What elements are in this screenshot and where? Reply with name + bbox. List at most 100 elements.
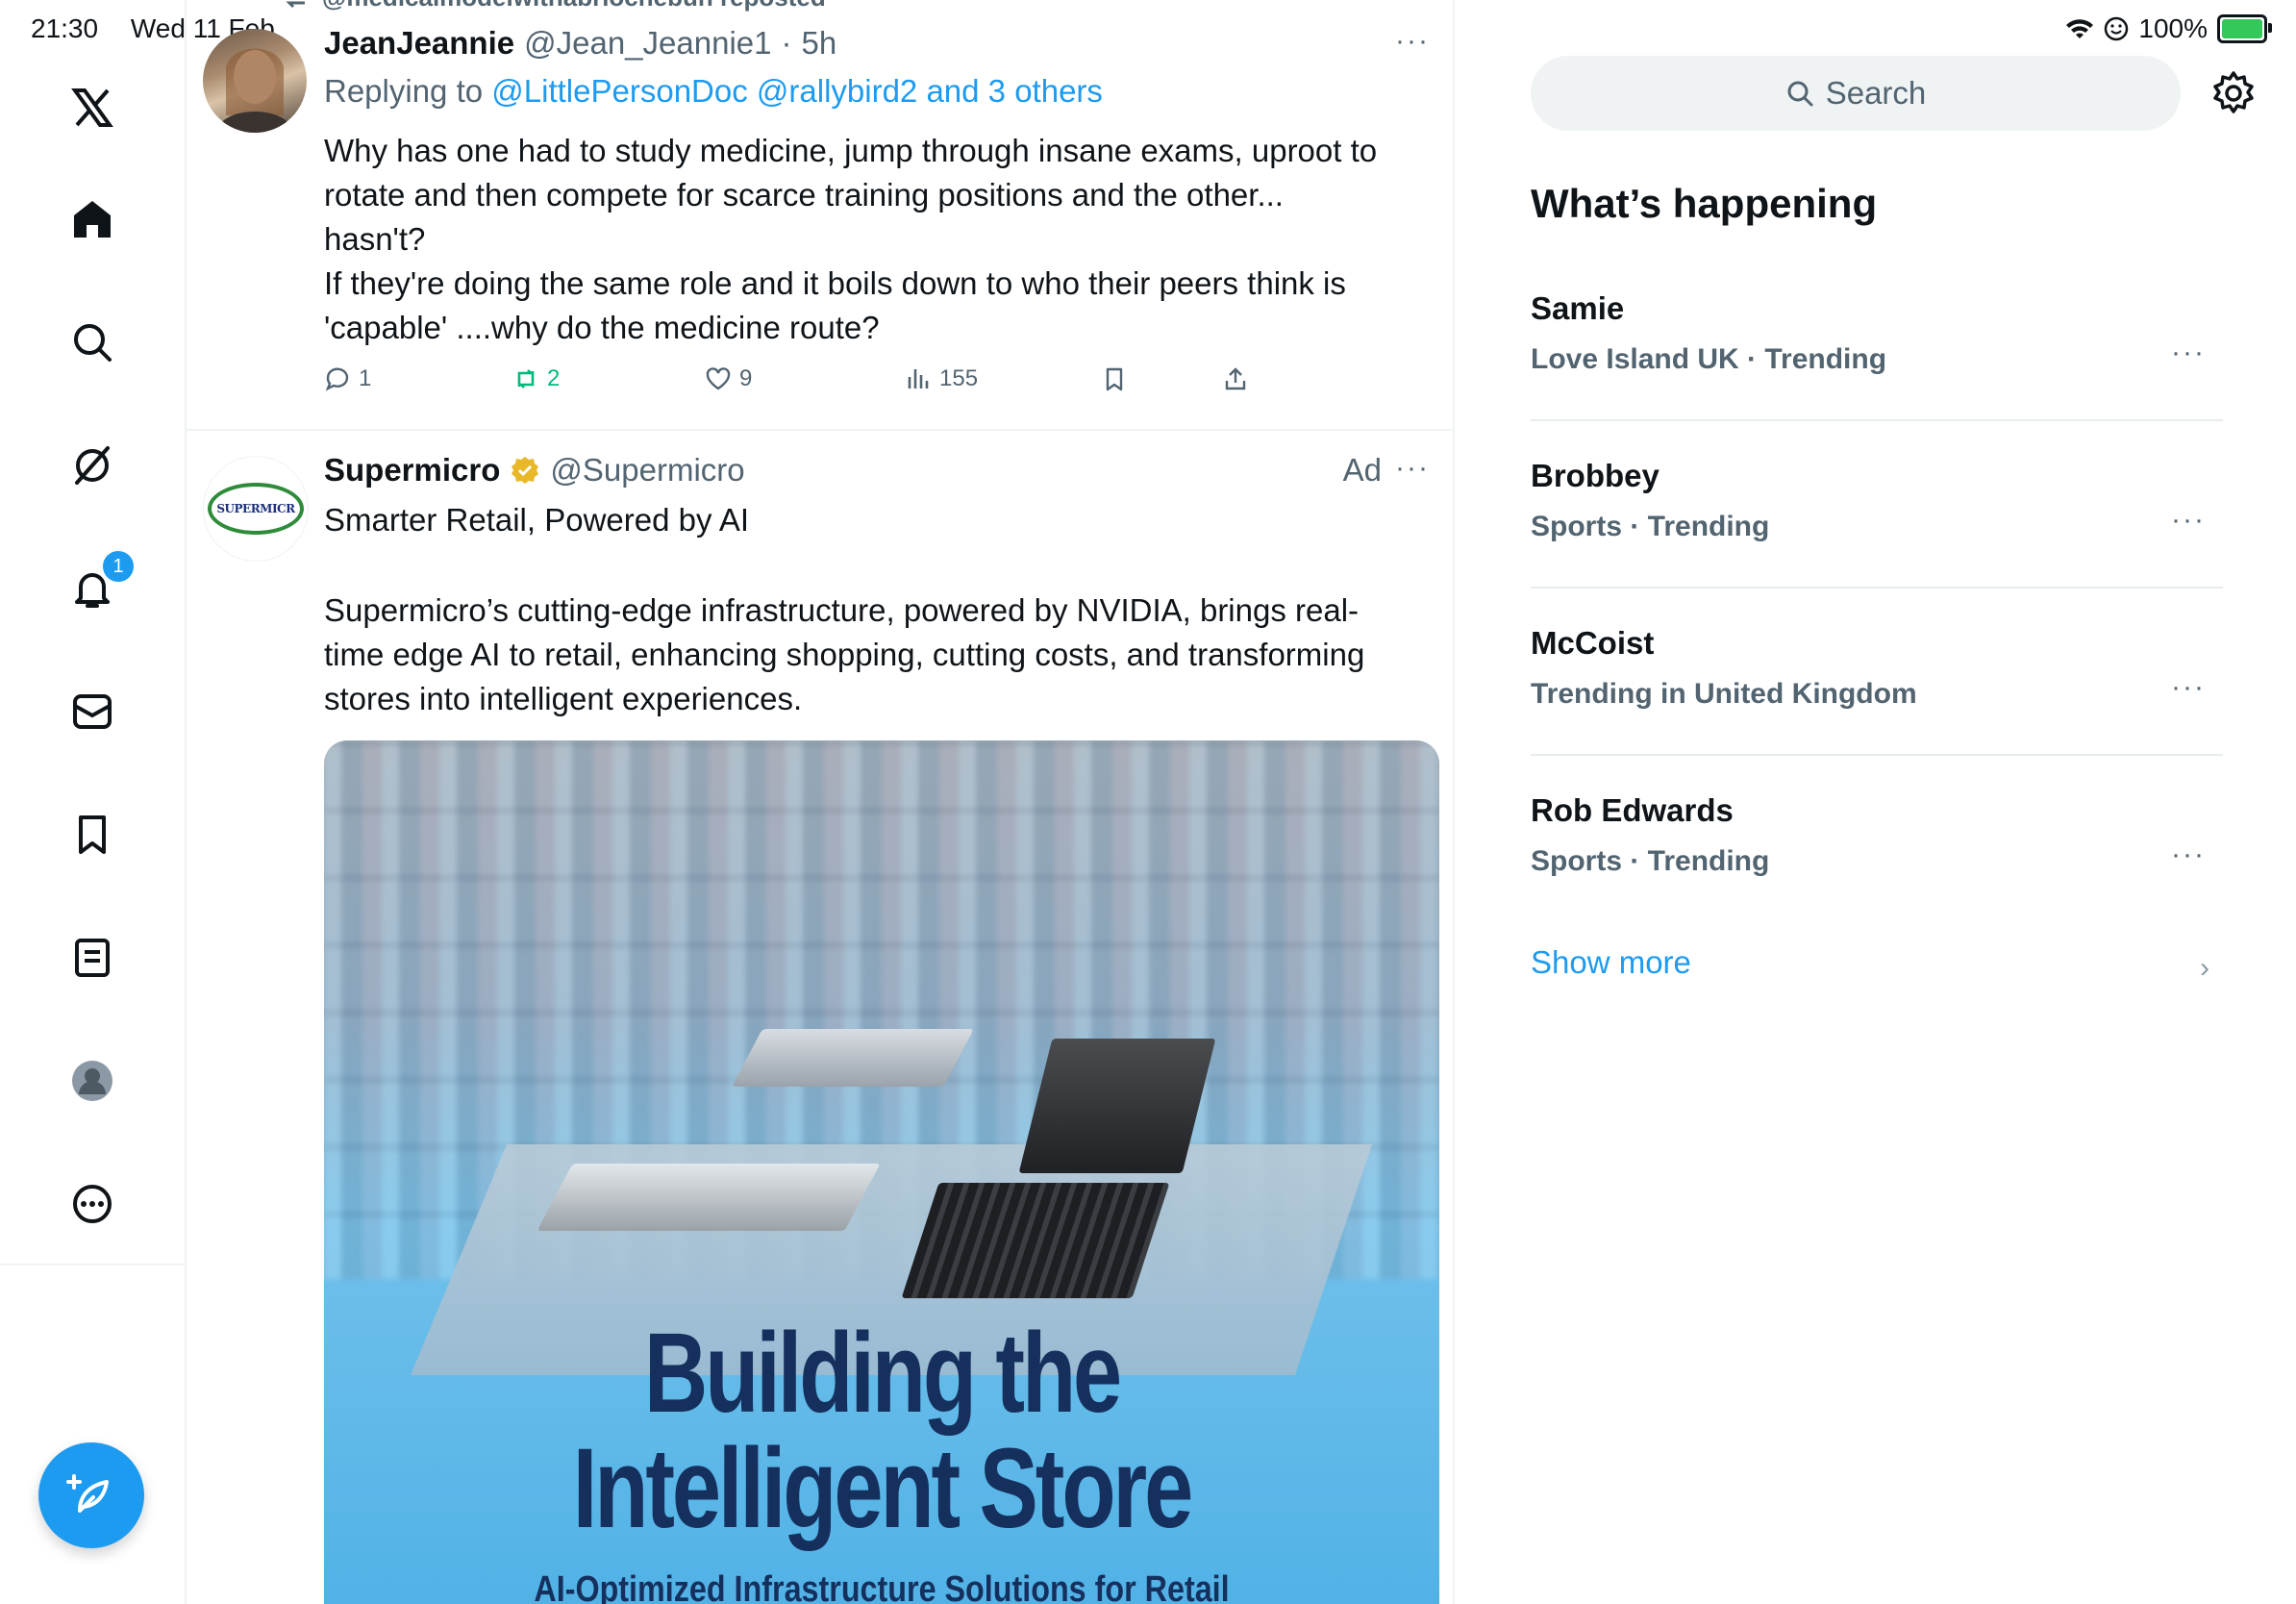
advertiser-avatar[interactable]: SUPERMICR	[203, 456, 309, 562]
repost-icon	[286, 1, 305, 8]
supermicro-logo: SUPERMICR	[208, 483, 304, 535]
show-more-link[interactable]: Show more	[1531, 944, 1691, 981]
server-unit	[537, 1164, 881, 1231]
ad-label: Ad ···	[1343, 452, 1430, 489]
trend-name: McCoist	[1531, 625, 1655, 661]
wifi-icon	[2066, 19, 2094, 38]
reply-count: 1	[359, 365, 372, 391]
tweet-text-line: 'capable' ....why do the medicine route?	[324, 310, 880, 345]
share-button[interactable]	[1222, 365, 1249, 392]
messages-icon[interactable]	[44, 664, 140, 760]
trend-meta: Sports · Trending	[1531, 511, 1770, 542]
views-count: 155	[939, 365, 979, 391]
ad-body-line: time edge AI to retail, enhancing shoppi…	[324, 637, 1365, 672]
search-icon[interactable]	[44, 294, 140, 390]
avatar[interactable]	[203, 29, 307, 133]
ad-header: Supermicro @Supermicro	[324, 452, 745, 489]
ad-image-subtitle: AI-Optimized Infrastructure Solutions fo…	[534, 1569, 1230, 1604]
ad-headline: Smarter Retail, Powered by AI	[324, 502, 750, 538]
trend-name: Brobbey	[1531, 458, 1660, 493]
share-icon	[1225, 367, 1246, 390]
left-navigation: 1	[0, 0, 187, 1604]
battery-icon	[2217, 14, 2272, 43]
tweet-time[interactable]: 5h	[802, 25, 837, 62]
bookmark-button[interactable]	[1101, 365, 1128, 392]
verified-badge-icon	[510, 455, 540, 486]
ad-text: Ad	[1342, 452, 1383, 488]
tweet-text-line: hasn't?	[324, 221, 426, 257]
ad-body-line: Supermicro’s cutting-edge infrastructure…	[324, 592, 1360, 628]
repost-button[interactable]: 2	[512, 365, 560, 392]
search-input[interactable]: Search	[1531, 56, 2181, 131]
trend-item[interactable]: Samie Love Island UK · Trending ···	[1531, 290, 2223, 458]
author-handle[interactable]: @Jean_Jeannie1	[524, 25, 771, 62]
home-icon[interactable]	[44, 171, 140, 267]
battery-fill	[2222, 19, 2262, 38]
trend-divider	[1531, 419, 2223, 421]
author-name[interactable]: JeanJeannie	[324, 25, 514, 62]
nav-divider	[0, 1264, 185, 1266]
repost-banner: @medicalmodelwithabriochebun reposted	[282, 0, 826, 13]
trend-item[interactable]: Brobbey Sports · Trending ···	[1531, 458, 2223, 625]
tweet-more-button[interactable]: ···	[1395, 25, 1430, 58]
lists-icon[interactable]	[44, 910, 140, 1006]
x-logo-icon[interactable]	[44, 60, 140, 156]
tweet-text-line: If they're doing the same role and it bo…	[324, 265, 1346, 301]
trend-more-button[interactable]: ···	[2171, 504, 2206, 537]
reply-icon	[325, 367, 349, 391]
grok-icon[interactable]	[44, 417, 140, 514]
repost-count: 2	[547, 365, 561, 391]
ad-image-title: Building the	[643, 1310, 1122, 1437]
bookmarks-icon[interactable]	[44, 787, 140, 883]
tweet-text-line: Why has one had to study medicine, jump …	[324, 133, 1378, 168]
tweet-text-line: rotate and then compete for scarce train…	[324, 177, 1284, 213]
trend-more-button[interactable]: ···	[2171, 671, 2206, 704]
like-button[interactable]: 9	[705, 365, 752, 392]
dot-separator: ·	[781, 25, 792, 61]
chevron-right-icon[interactable]: ›	[2200, 952, 2209, 985]
trend-meta: Love Island UK · Trending	[1531, 343, 1887, 375]
settings-gear-icon[interactable]	[2209, 69, 2258, 117]
server-unit	[732, 1029, 974, 1087]
trend-name: Rob Edwards	[1531, 792, 1734, 828]
more-icon[interactable]	[44, 1156, 140, 1252]
notifications-icon[interactable]: 1	[44, 540, 140, 637]
trend-divider	[1531, 587, 2223, 589]
views-button[interactable]: 155	[905, 365, 978, 392]
status-bar-right: 100%	[2065, 13, 2272, 44]
replying-to-link[interactable]: @LittlePersonDoc @rallybird2 and 3 other…	[491, 73, 1103, 109]
profile-icon[interactable]	[44, 1033, 140, 1129]
trend-name: Samie	[1531, 290, 1625, 326]
edge-device	[901, 1183, 1170, 1298]
reply-button[interactable]: 1	[324, 365, 371, 392]
ad-image-title: Intelligent Store	[572, 1425, 1194, 1552]
replying-prefix: Replying to	[324, 73, 484, 109]
advertiser-name[interactable]: Supermicro	[324, 452, 500, 489]
tweet-actions: 1 2 9 155	[324, 365, 1430, 404]
ad-image[interactable]: Building the Intelligent Store AI-Optimi…	[324, 740, 1439, 1604]
advertiser-handle[interactable]: @Supermicro	[550, 452, 744, 489]
repost-banner-text: @medicalmodelwithabriochebun reposted	[322, 0, 826, 13]
trend-item[interactable]: McCoist Trending in United Kingdom ···	[1531, 625, 2223, 792]
trend-meta: Sports · Trending	[1531, 845, 1770, 877]
trend-item[interactable]: Rob Edwards Sports · Trending ···	[1531, 792, 2223, 960]
replying-to: Replying to @LittlePersonDoc @rallybird2…	[324, 73, 1103, 110]
trend-more-button[interactable]: ···	[2171, 337, 2206, 369]
notifications-badge: 1	[100, 548, 137, 585]
trend-divider	[1531, 754, 2223, 756]
bookmark-icon	[1106, 367, 1123, 391]
trend-meta: Trending in United Kingdom	[1531, 678, 1917, 710]
search-placeholder: Search	[1825, 75, 1927, 111]
heart-icon	[706, 367, 731, 390]
views-chart-icon	[908, 369, 929, 388]
timeline-feed[interactable]: @medicalmodelwithabriochebun reposted Je…	[186, 0, 1455, 1604]
compose-button[interactable]	[38, 1442, 144, 1548]
smiley-status-icon	[2105, 16, 2129, 41]
tweet-text: Why has one had to study medicine, jump …	[324, 129, 1430, 350]
repost-icon	[517, 369, 535, 388]
ad-more-button[interactable]: ···	[1395, 452, 1430, 489]
search-icon	[1787, 81, 1813, 107]
tweet-header: JeanJeannie @Jean_Jeannie1 · 5h	[324, 25, 836, 62]
trend-more-button[interactable]: ···	[2171, 839, 2206, 871]
tweet-divider	[186, 429, 1453, 431]
